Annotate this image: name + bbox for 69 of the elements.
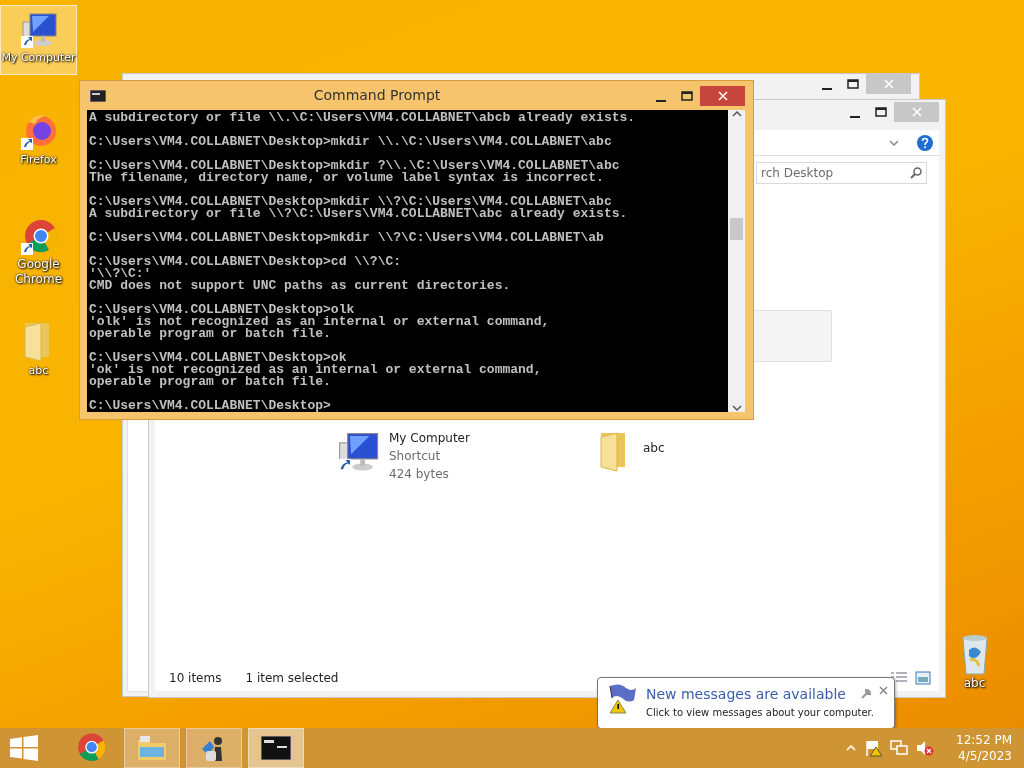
console-line: 'ok' is not recognized as an internal or external command, [89,364,543,376]
console-line: 'olk' is not recognized as an internal or external command, [89,316,551,328]
notification-title: New messages are available [646,686,846,702]
console-line: C:\Users\VM4.COLLABNET\Desktop>mkdir \\?\C:\Users\VM4.COLLABNET\abc [89,196,612,208]
desktop-icon[interactable]: Google Chrome [0,213,77,295]
window-title: Command Prompt [313,87,441,103]
console-line: C:\Users\VM4.COLLABNET\Desktop>olk [89,304,355,316]
minimize-icon [850,116,860,118]
close-icon [717,90,728,101]
notification-balloon[interactable]: New messages are available Click to view messages about your computer. [597,677,895,729]
speaker-muted-icon[interactable] [916,740,934,756]
scrollbar[interactable] [728,110,745,412]
desktop-icon[interactable]: Firefox [0,108,77,178]
console-line: CMD does not support UNC paths as current directories. [89,280,512,292]
console-line: A subdirectory or file \\?\C:\Users\VM4.COLLABNET\abc already exists. [89,208,629,220]
scroll-thumb[interactable] [730,218,743,240]
console-line: C:\Users\VM4.COLLABNET\Desktop>ok [89,352,347,364]
console-line: C:\Users\VM4.COLLABNET\Desktop>mkdir \\?\C:\Users\VM4.COLLABNET\ab [89,232,605,244]
file-detail: Shortcut [389,448,442,465]
file-name: My Computer [389,430,470,447]
minimize-icon [656,99,666,102]
taskbar-button[interactable] [186,728,242,768]
taskbar-button[interactable] [248,728,304,768]
item-count: 10 items [169,670,222,687]
console-line: The filename, directory name, or volume label syntax is incorrect. [89,172,605,184]
flag-warning-icon [606,682,638,714]
computer-icon [18,10,59,50]
close-icon [883,79,894,89]
help-button[interactable] [915,132,935,153]
large-icons-view-icon [915,671,931,685]
console-line: C:\Users\VM4.COLLABNET\Desktop> [89,400,332,412]
network-icon[interactable] [890,740,908,756]
chevron-icon [889,139,899,146]
console-line: C:\Users\VM4.COLLABNET\Desktop>mkdir ?\\.\C:\Users\VM4.COLLABNET\abc [89,160,621,172]
scroll-down-icon [731,404,742,412]
scroll-up-icon [731,110,742,118]
selection-status: 1 item selected [245,670,339,687]
desktop-icon[interactable]: My Computer [0,5,77,75]
clock[interactable]: 12:52 PM 4/5/2023 [956,732,1012,764]
file-detail: 424 bytes [389,466,450,483]
flag-warning-icon[interactable] [864,739,882,757]
minimize-icon [822,88,832,90]
console-line: C:\Users\VM4.COLLABNET\Desktop>mkdir \\.\C:\Users\VM4.COLLABNET\abc [89,136,613,148]
command-prompt-icon [90,89,106,102]
search-icon [910,167,922,179]
notification-text: Click to view messages about your computer. [646,706,875,720]
close-icon [911,107,922,117]
maximize-icon [847,79,859,89]
help-icon [917,134,933,151]
console-line: operable program or batch file. [89,376,332,388]
maximize-icon [681,90,693,101]
file-explorer-icon [136,734,168,762]
chrome-icon [18,217,59,257]
console-line: A subdirectory or file \\.\C:\Users\VM4.COLLABNET\abcb already exists. [89,112,637,124]
maximize-icon [875,107,887,117]
close-icon[interactable] [879,685,888,695]
recycle-bin-icon[interactable]: abc [947,628,1002,691]
search-field[interactable]: rch Desktop [756,162,927,184]
console-line: operable program or batch file. [89,328,332,340]
file-item[interactable]: abc [594,429,665,483]
console-line: C:\Users\VM4.COLLABNET\Desktop>cd \\?\C: [89,256,403,268]
console-line: '\\?\C:' [89,268,152,280]
command-prompt-icon [261,736,291,760]
details-view-icon [891,671,907,683]
file-name: abc [642,440,665,457]
desktop-icon[interactable]: abc [0,315,77,385]
show-hidden-icons-icon[interactable] [846,745,856,751]
file-item[interactable]: My Computer Shortcut 424 bytes [335,429,470,483]
windows-logo-icon [10,735,38,761]
